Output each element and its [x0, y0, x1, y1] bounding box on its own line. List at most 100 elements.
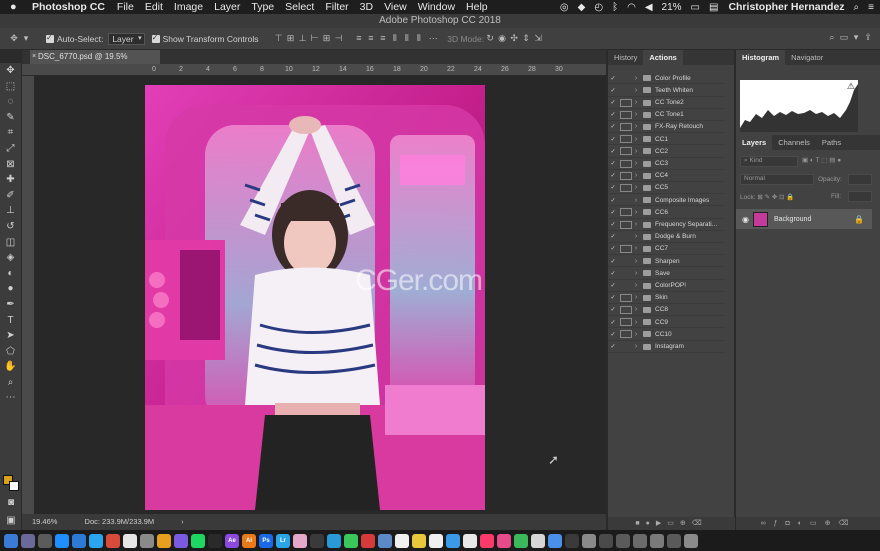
action-set-row[interactable]: ✓ › Sharpen: [608, 256, 725, 268]
new-action-icon[interactable]: ⊕: [680, 520, 692, 527]
dialog-toggle-icon[interactable]: [620, 244, 632, 253]
action-set-row[interactable]: ✓ › CC4: [608, 171, 725, 182]
expand-chevron-icon[interactable]: ›: [632, 233, 640, 240]
user-name[interactable]: Christopher Hernandez: [728, 1, 844, 13]
background-color-swatch[interactable]: [9, 481, 19, 491]
facetime-icon[interactable]: [514, 533, 528, 548]
eye-icon[interactable]: ◉: [742, 215, 749, 224]
action-set-row[interactable]: ✓ › FX-Ray Retouch: [608, 122, 725, 134]
finder-icon[interactable]: [4, 533, 18, 548]
toggle-check-icon[interactable]: ✓: [608, 136, 618, 143]
menu-filter[interactable]: Filter: [325, 1, 348, 13]
type-tool-icon[interactable]: T: [0, 313, 21, 329]
toggle-check-icon[interactable]: ✓: [608, 87, 618, 94]
trash-icon[interactable]: [684, 533, 698, 548]
xd-icon[interactable]: [293, 533, 307, 548]
dialog-toggle-icon[interactable]: [620, 330, 632, 339]
menu-window[interactable]: Window: [418, 1, 455, 13]
affinity-icon[interactable]: [174, 533, 188, 548]
action-set-row[interactable]: ✓ › Instagram: [608, 341, 725, 353]
dialog-toggle-icon[interactable]: [620, 282, 632, 290]
dialog-toggle-icon[interactable]: [620, 110, 632, 119]
expand-chevron-icon[interactable]: ›: [632, 294, 640, 301]
keynote-icon[interactable]: [548, 533, 562, 548]
toggle-check-icon[interactable]: ✓: [608, 172, 618, 179]
safari-icon[interactable]: [55, 533, 69, 548]
move-tool-icon[interactable]: ✥: [8, 33, 20, 44]
adjustment-icon[interactable]: ◐: [798, 520, 810, 527]
notification-icon[interactable]: ≡: [868, 2, 874, 13]
dialog-toggle-icon[interactable]: [620, 135, 632, 144]
pen-tool-icon[interactable]: ✒: [0, 297, 21, 313]
documents-icon[interactable]: [650, 533, 664, 548]
align-right-icon[interactable]: ⊣: [332, 33, 344, 44]
path-selection-tool-icon[interactable]: ➤: [0, 328, 21, 344]
expand-chevron-icon[interactable]: ›: [632, 148, 640, 155]
time-machine-icon[interactable]: ◴: [594, 2, 603, 13]
distribute-hcenter-icon[interactable]: ⦀: [401, 33, 413, 44]
dialog-toggle-icon[interactable]: [620, 269, 632, 277]
auto-select-checkbox[interactable]: Auto-Select:: [46, 33, 103, 44]
record-icon[interactable]: ●: [646, 520, 656, 527]
expand-chevron-icon[interactable]: ›: [632, 184, 640, 191]
mail-icon[interactable]: [327, 533, 341, 548]
action-set-row[interactable]: ✓ › CC Tone1: [608, 110, 725, 121]
layer-kind-filter[interactable]: ⌕ Kind: [740, 156, 798, 167]
paint-bucket-tool-icon[interactable]: ◈: [0, 250, 21, 266]
spotify-icon[interactable]: [191, 533, 205, 548]
action-set-row[interactable]: ✓ › ColorPOP!: [608, 280, 725, 292]
menu-view[interactable]: View: [384, 1, 407, 13]
itunes-icon[interactable]: [480, 533, 494, 548]
action-set-row[interactable]: ✓ › CC Tone2: [608, 97, 725, 109]
action-set-row[interactable]: ✓ › CC7: [608, 244, 725, 256]
bluetooth-icon[interactable]: ᛒ: [612, 2, 618, 13]
toggle-check-icon[interactable]: ✓: [608, 209, 618, 216]
expand-chevron-icon[interactable]: ›: [632, 245, 640, 252]
terminal-icon[interactable]: [310, 533, 324, 548]
filter-adjustment-icon[interactable]: ◐: [810, 157, 814, 164]
filter-toggle-icon[interactable]: ●: [837, 157, 841, 164]
transform-controls-checkbox[interactable]: Show Transform Controls: [151, 33, 258, 44]
acrobat-icon[interactable]: [361, 533, 375, 548]
dodge-tool-icon[interactable]: ●: [0, 281, 21, 297]
dialog-toggle-icon[interactable]: [620, 343, 632, 351]
tab-close-icon[interactable]: ×: [32, 50, 36, 64]
expand-chevron-icon[interactable]: ›: [632, 75, 640, 82]
new-set-icon[interactable]: ▭: [667, 520, 680, 527]
3d-pan-icon[interactable]: ✣: [508, 33, 520, 44]
expand-chevron-icon[interactable]: ›: [632, 258, 640, 265]
toggle-check-icon[interactable]: ✓: [608, 197, 618, 204]
distribute-top-icon[interactable]: ≡: [353, 33, 365, 43]
menu-layer[interactable]: Layer: [214, 1, 240, 13]
toggle-check-icon[interactable]: ✓: [608, 331, 618, 338]
auto-align-icon[interactable]: ⋯: [427, 33, 439, 44]
spotlight-icon[interactable]: ⌕: [854, 2, 860, 13]
dialog-toggle-icon[interactable]: [620, 257, 632, 265]
workspace-icon[interactable]: ▭: [838, 32, 850, 43]
expand-chevron-icon[interactable]: ›: [632, 306, 640, 313]
preview-icon[interactable]: [531, 533, 545, 548]
dropbox-icon[interactable]: ◆: [578, 2, 586, 13]
lock-position-icon[interactable]: ✥: [772, 194, 777, 201]
lasso-tool-icon[interactable]: ◌: [0, 94, 21, 110]
hand-tool-icon[interactable]: ✋: [0, 359, 21, 375]
3d-roll-icon[interactable]: ◉: [496, 33, 508, 44]
lock-all-icon[interactable]: 🔒: [786, 194, 794, 201]
distribute-vcenter-icon[interactable]: ≡: [365, 33, 377, 43]
dialog-toggle-icon[interactable]: [620, 208, 632, 217]
dialog-toggle-icon[interactable]: [620, 293, 632, 302]
illustrator-icon[interactable]: Ai: [242, 533, 256, 548]
battery-icon[interactable]: ▭: [691, 2, 700, 13]
action-set-row[interactable]: ✓ › CC10: [608, 329, 725, 341]
dialog-toggle-icon[interactable]: [620, 318, 632, 327]
filter-smart-icon[interactable]: ▤: [829, 157, 835, 164]
action-set-row[interactable]: ✓ › Color Profile: [608, 73, 725, 85]
folder-icon[interactable]: [616, 533, 630, 548]
document-tab[interactable]: × DSC_6770.psd @ 19.5% (RGB/16): [30, 50, 160, 75]
dialog-toggle-icon[interactable]: [620, 147, 632, 156]
menu-image[interactable]: Image: [174, 1, 203, 13]
lock-transparent-icon[interactable]: ⊠: [757, 194, 762, 201]
toggle-check-icon[interactable]: ✓: [608, 258, 618, 265]
expand-chevron-icon[interactable]: ›: [632, 270, 640, 277]
app-store-icon[interactable]: [446, 533, 460, 548]
